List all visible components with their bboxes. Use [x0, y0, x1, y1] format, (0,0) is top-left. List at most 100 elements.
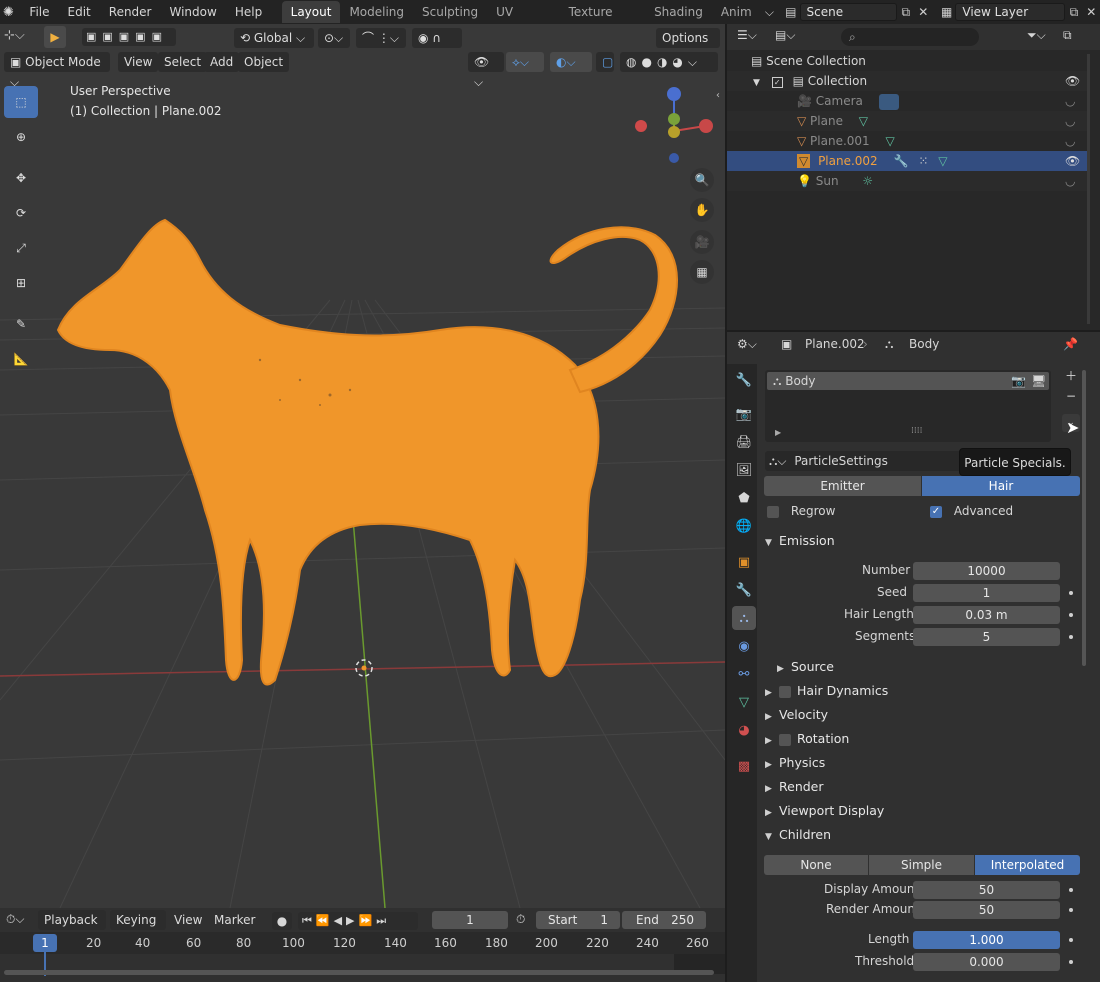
- transform-orientation-dropdown[interactable]: ⟲ Global ⌵: [234, 28, 314, 48]
- options-dropdown[interactable]: Options ⌵: [656, 28, 720, 65]
- editor-type-button[interactable]: ⊹⌵: [4, 28, 34, 48]
- output-tab-icon[interactable]: 🖨: [732, 430, 756, 454]
- menu-window[interactable]: Window: [161, 0, 226, 24]
- workspace-menu-icon[interactable]: ⌵: [761, 3, 778, 21]
- scene-field[interactable]: Scene: [799, 3, 898, 21]
- camera-view-icon[interactable]: 🎥: [690, 230, 714, 254]
- physics-panel-header[interactable]: ▶ Physics: [765, 752, 1085, 774]
- hair-length-field[interactable]: 0.03 m: [913, 606, 1060, 624]
- outliner-item-plane[interactable]: ▽ Plane ▽ ◡: [727, 111, 1089, 131]
- data-tab-icon[interactable]: ▽: [732, 690, 756, 714]
- texture-tab-icon[interactable]: ▩: [732, 754, 756, 778]
- tab-layout[interactable]: Layout: [281, 1, 341, 23]
- filter-icon[interactable]: ⏷⌵: [1027, 28, 1046, 43]
- new-scene-icon[interactable]: ⧉: [897, 3, 914, 21]
- render-panel-header[interactable]: ▶ Render: [765, 776, 1085, 798]
- 3d-viewport[interactable]: ⊹⌵ ▶ ▣▣▣▣▣ ⟲ Global ⌵ ⊙⌵ ⌒ ⋮⌵ ◉ ∩ Option…: [0, 24, 725, 908]
- xray-toggle[interactable]: ▢: [596, 52, 614, 72]
- blender-logo-icon[interactable]: ✺: [3, 5, 20, 20]
- outliner-item-sun[interactable]: 💡 Sun ☼ ◡: [727, 171, 1089, 191]
- shading-modes[interactable]: ◍●◑◕⌵: [620, 52, 718, 72]
- outliner-item-camera[interactable]: 🎥 Camera ◡: [727, 91, 1089, 111]
- current-frame-field[interactable]: 1: [432, 911, 508, 929]
- playback-controls[interactable]: ⏮⏪◀▶⏩⏭: [298, 912, 418, 930]
- tab-modeling[interactable]: Modeling: [340, 1, 413, 23]
- tab-shading[interactable]: Shading: [645, 1, 712, 23]
- remove-system-button[interactable]: −: [1062, 387, 1080, 405]
- modifier-tab-icon[interactable]: 🔧: [732, 578, 756, 602]
- menu-select[interactable]: Select: [158, 52, 208, 72]
- visibility-eye-icon[interactable]: 👁: [1065, 151, 1080, 171]
- sidebar-toggle-icon[interactable]: ‹: [716, 90, 720, 101]
- pivot-point-dropdown[interactable]: ⊙⌵: [318, 28, 350, 48]
- display-mode-icon[interactable]: ▤⌵: [775, 28, 795, 43]
- children-interpolated-button[interactable]: Interpolated: [975, 855, 1080, 875]
- timeline-scrollbar[interactable]: [4, 970, 714, 975]
- hair-dynamics-panel-header[interactable]: ▶ Hair Dynamics: [765, 680, 1085, 702]
- outliner-collection[interactable]: ▼ ✓ ▤ Collection 👁: [727, 71, 1089, 91]
- rotation-checkbox[interactable]: [779, 733, 791, 746]
- new-collection-icon[interactable]: ⧉: [1063, 28, 1072, 43]
- overlays-toggle[interactable]: ◐⌵: [550, 52, 592, 72]
- view-layer-tab-icon[interactable]: 🖼: [732, 458, 756, 482]
- physics-tab-icon[interactable]: ◉: [732, 634, 756, 658]
- list-expand-icon[interactable]: ▶: [775, 428, 781, 437]
- pin-icon[interactable]: 📌: [1063, 337, 1078, 351]
- menu-object[interactable]: Object: [238, 52, 290, 72]
- rotation-panel-header[interactable]: ▶ Rotation: [765, 728, 1085, 750]
- segments-field[interactable]: 5: [913, 628, 1060, 646]
- render-tab-icon[interactable]: 📷: [732, 402, 756, 426]
- keying-dropdown[interactable]: Keying ⌵: [110, 910, 166, 947]
- new-view-layer-icon[interactable]: ⧉: [1065, 3, 1082, 21]
- measure-tool-icon[interactable]: 📐: [4, 343, 38, 375]
- source-subpanel-header[interactable]: ▶ Source: [777, 656, 1077, 678]
- scene-tab-icon[interactable]: ⬟: [732, 486, 756, 510]
- select-mode-icons[interactable]: ▣▣▣▣▣: [82, 28, 176, 46]
- object-tab-icon[interactable]: ▣: [732, 550, 756, 574]
- particle-settings-field[interactable]: ⛬⌵ ParticleSettings: [765, 451, 965, 471]
- delete-view-layer-icon[interactable]: ✕: [1083, 3, 1100, 21]
- children-none-button[interactable]: None: [764, 855, 868, 875]
- properties-scrollbar[interactable]: [1082, 370, 1086, 666]
- timeline-menu-view[interactable]: View: [168, 910, 208, 930]
- settings-browse-icon[interactable]: ⛬⌵: [769, 454, 787, 468]
- timeline-menu-marker[interactable]: Marker: [208, 910, 261, 930]
- type-emitter-button[interactable]: Emitter: [764, 476, 921, 496]
- particles-tab-icon[interactable]: ⛬: [732, 606, 756, 630]
- segments-keyframe-dot[interactable]: [1069, 635, 1073, 639]
- list-resize-handle[interactable]: ⁞⁞⁞⁞: [911, 426, 922, 436]
- annotate-tool-icon[interactable]: ✎: [4, 308, 38, 340]
- delete-scene-icon[interactable]: ✕: [915, 3, 932, 21]
- tab-uv-editing[interactable]: UV Editing: [487, 1, 560, 41]
- viewport-toggle-icon[interactable]: 🖥: [1031, 372, 1046, 390]
- constraints-tab-icon[interactable]: ⚯: [732, 662, 756, 686]
- tab-animation[interactable]: Anim: [712, 1, 761, 23]
- timeline-ruler[interactable]: [0, 932, 725, 954]
- render-toggle-icon[interactable]: 📷: [1011, 372, 1026, 390]
- tool-tab-icon[interactable]: 🔧: [732, 368, 756, 392]
- end-frame-field[interactable]: End 250: [622, 911, 706, 929]
- length-keyframe-dot[interactable]: [1069, 938, 1073, 942]
- mode-dropdown[interactable]: ▣ Object Mode ⌵: [4, 52, 110, 89]
- gizmo-toggle[interactable]: ⟡⌵: [506, 52, 544, 72]
- select-box-tool-icon[interactable]: ⬚: [4, 86, 38, 118]
- velocity-panel-header[interactable]: ▶ Velocity: [765, 704, 1085, 726]
- record-button[interactable]: ●: [272, 912, 292, 930]
- outliner-scene-collection[interactable]: ▤ Scene Collection: [727, 51, 1089, 71]
- outliner-item-plane-002[interactable]: ▽ Plane.002 🔧 ⁙ ▽ 👁: [727, 151, 1089, 171]
- playback-dropdown[interactable]: Playback ⌵: [38, 910, 106, 947]
- add-system-button[interactable]: ＋: [1062, 367, 1080, 385]
- children-simple-button[interactable]: Simple: [869, 855, 974, 875]
- properties-editor-type-icon[interactable]: ⚙⌵: [737, 337, 757, 352]
- cursor-tool-icon[interactable]: ⊕: [4, 121, 38, 153]
- seed-field[interactable]: 1: [913, 584, 1060, 602]
- regrow-checkbox[interactable]: Regrow: [767, 504, 835, 518]
- outliner-item-plane-001[interactable]: ▽ Plane.001 ▽ ◡: [727, 131, 1089, 151]
- snap-toggle[interactable]: ⌒ ⋮⌵: [356, 28, 406, 48]
- emission-panel-header[interactable]: ▼ Emission: [765, 530, 1085, 552]
- transform-tool-icon[interactable]: ⊞: [4, 267, 38, 299]
- menu-help[interactable]: Help: [226, 0, 271, 24]
- outliner-search-input[interactable]: ⌕: [841, 28, 979, 46]
- tab-sculpting[interactable]: Sculpting: [413, 1, 487, 23]
- visibility-dropdown[interactable]: 👁⌵: [468, 52, 504, 89]
